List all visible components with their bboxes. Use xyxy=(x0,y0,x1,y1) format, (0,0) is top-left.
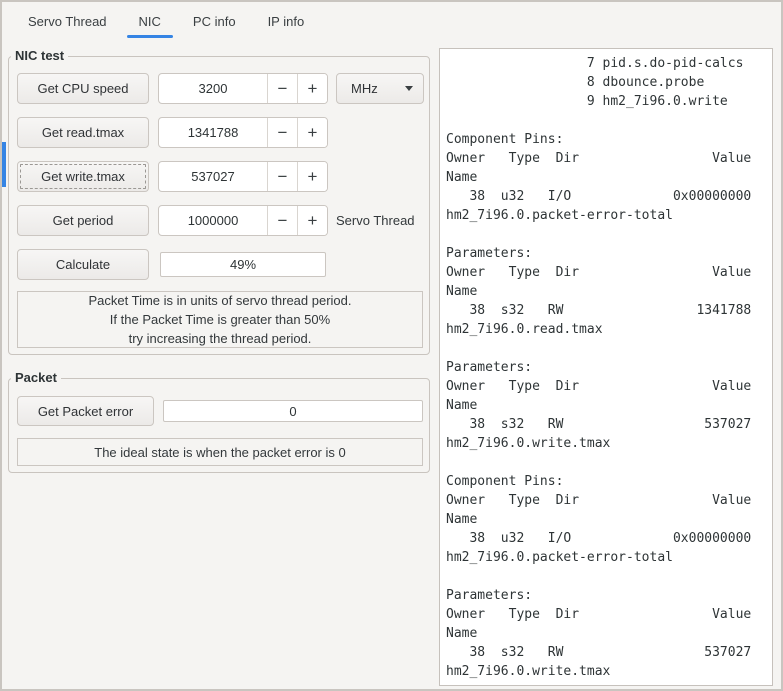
tab-servo-thread-label: Servo Thread xyxy=(28,13,107,29)
app-window: Servo Thread NIC PC info IP info NIC tes… xyxy=(0,0,783,691)
period-spinbox: 1000000 − + xyxy=(158,205,328,236)
cpu-speed-spinbox: 3200 − + xyxy=(158,73,328,104)
nic-test-frame-title: NIC test xyxy=(11,48,69,64)
get-cpu-speed-button[interactable]: Get CPU speed xyxy=(17,73,149,104)
cpu-speed-increment-button[interactable]: + xyxy=(297,74,327,103)
tab-servo-thread[interactable]: Servo Thread xyxy=(12,2,123,40)
tab-ip-info-label: IP info xyxy=(267,13,305,29)
get-read-tmax-button[interactable]: Get read.tmax xyxy=(17,117,149,148)
tab-ip-info[interactable]: IP info xyxy=(252,2,321,40)
cpu-speed-unit-value: MHz xyxy=(351,81,378,96)
hal-output-view[interactable]: 7 pid.s.do-pid-calcs 8 dbounce.probe 9 h… xyxy=(439,48,773,686)
cpu-speed-value[interactable]: 3200 xyxy=(159,74,267,103)
packet-frame-title: Packet xyxy=(11,370,61,386)
cpu-speed-decrement-button[interactable]: − xyxy=(267,74,297,103)
read-tmax-spinbox: 1341788 − + xyxy=(158,117,328,148)
dropdown-arrow-icon xyxy=(405,86,413,91)
write-tmax-value[interactable]: 537027 xyxy=(159,162,267,191)
get-period-button[interactable]: Get period xyxy=(17,205,149,236)
tab-nic-label: NIC xyxy=(138,13,161,29)
period-decrement-button[interactable]: − xyxy=(267,206,297,235)
calculate-button[interactable]: Calculate xyxy=(17,249,149,280)
packet-time-note: Packet Time is in units of servo thread … xyxy=(17,291,423,348)
left-edge-accent xyxy=(2,142,6,187)
packet-error-note: The ideal state is when the packet error… xyxy=(17,438,423,466)
hal-output-text: 7 pid.s.do-pid-calcs 8 dbounce.probe 9 h… xyxy=(446,56,752,679)
get-write-tmax-button[interactable]: Get write.tmax xyxy=(17,161,149,192)
write-tmax-spinbox: 537027 − + xyxy=(158,161,328,192)
tab-nic[interactable]: NIC xyxy=(123,2,177,40)
tab-pc-info-label: PC info xyxy=(192,13,236,29)
packet-frame: Packet Get Packet error 0 The ideal stat… xyxy=(8,370,430,473)
tab-bar: Servo Thread NIC PC info IP info xyxy=(2,2,781,40)
period-value[interactable]: 1000000 xyxy=(159,206,267,235)
nic-test-frame: NIC test Get CPU speed 3200 − + MHz Get … xyxy=(8,48,430,355)
read-tmax-increment-button[interactable]: + xyxy=(297,118,327,147)
tab-pc-info[interactable]: PC info xyxy=(177,2,252,40)
cpu-speed-unit-dropdown[interactable]: MHz xyxy=(336,73,424,104)
get-packet-error-button[interactable]: Get Packet error xyxy=(17,396,154,426)
read-tmax-value[interactable]: 1341788 xyxy=(159,118,267,147)
read-tmax-decrement-button[interactable]: − xyxy=(267,118,297,147)
write-tmax-increment-button[interactable]: + xyxy=(297,162,327,191)
write-tmax-decrement-button[interactable]: − xyxy=(267,162,297,191)
packet-error-value[interactable]: 0 xyxy=(163,400,423,422)
packet-time-progress: 49% xyxy=(160,252,326,277)
period-increment-button[interactable]: + xyxy=(297,206,327,235)
servo-thread-label: Servo Thread xyxy=(336,213,415,228)
